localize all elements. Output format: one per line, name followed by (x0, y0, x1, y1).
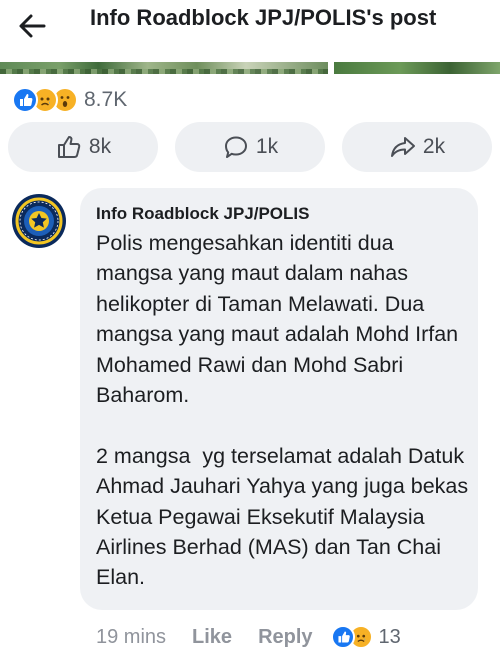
comment-count: 1k (255, 135, 279, 158)
comment-footer: 19 mins Like Reply 13 (96, 622, 401, 652)
thumbs-up-icon (57, 136, 81, 158)
back-button[interactable] (18, 13, 54, 43)
comment-bubble[interactable]: Info Roadblock JPJ/POLIS Polis mengesahk… (80, 188, 478, 610)
comment-text: Polis mengesahkan identiti dua mangsa ya… (96, 231, 469, 590)
image-segment (0, 62, 328, 74)
police-badge-icon (13, 195, 65, 247)
like-count: 8k (88, 135, 112, 158)
comment-like-button[interactable]: Like (192, 626, 232, 649)
avatar[interactable] (12, 194, 66, 248)
share-button[interactable]: 2k (342, 122, 492, 172)
comment-author[interactable]: Info Roadblock JPJ/POLIS (96, 204, 309, 224)
comment-reply-button[interactable]: Reply (258, 626, 312, 649)
reaction-count: 8.7K (84, 88, 128, 111)
like-button[interactable]: 8k (8, 122, 158, 172)
comment-reactions[interactable]: 13 (330, 625, 401, 649)
reactions-summary[interactable]: 8.7K (12, 86, 127, 114)
comment-button[interactable]: 1k (175, 122, 325, 172)
comment-timestamp[interactable]: 19 mins (96, 626, 166, 649)
like-icon (12, 87, 38, 113)
share-count: 2k (422, 135, 446, 158)
arrow-left-icon (19, 14, 46, 38)
image-segment (334, 62, 500, 74)
post-image-preview[interactable] (0, 62, 500, 74)
post-header: Info Roadblock JPJ/POLIS's post (0, 0, 500, 60)
share-icon (390, 137, 415, 157)
comment-icon (224, 136, 247, 158)
comment-reaction-count: 13 (378, 625, 401, 648)
page-title: Info Roadblock JPJ/POLIS's post (90, 5, 437, 30)
like-icon (330, 625, 355, 649)
post-actions: 8k 1k 2k (8, 122, 492, 172)
